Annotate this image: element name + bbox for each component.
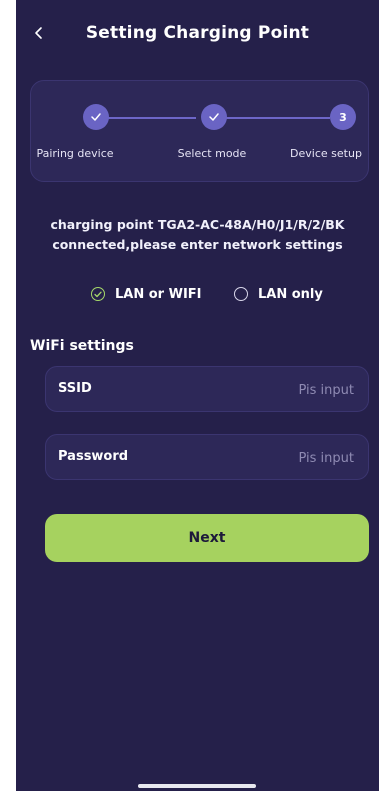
radio-lan-only-label: LAN only [258,286,323,302]
radio-checked-icon [91,287,105,301]
home-indicator [138,784,256,788]
step-1-label: Pairing device [36,147,114,160]
check-icon [209,113,219,121]
step-1-indicator [83,104,109,130]
next-button[interactable]: Next [45,514,369,562]
step-3-number: 3 [339,110,347,124]
step-connector-2 [214,117,330,119]
wifi-settings-title: WiFi settings [30,338,134,354]
header: Setting Charging Point [16,0,379,70]
check-icon [91,113,101,121]
step-2-indicator [201,104,227,130]
radio-lan-only[interactable]: LAN only [234,284,323,304]
password-input[interactable] [202,447,356,469]
progress-stepper: 3 Pairing device Select mode Device setu… [30,80,369,182]
radio-unchecked-icon [234,287,248,301]
page-title: Setting Charging Point [85,23,310,43]
step-2-label: Select mode [177,147,247,160]
ssid-input[interactable] [202,379,356,401]
message-line-1: charging point TGA2-AC-48A/H0/J1/R/2/BK [50,217,345,232]
ssid-field[interactable]: SSID [45,366,369,412]
connection-message: charging point TGA2-AC-48A/H0/J1/R/2/BK … [28,215,367,255]
app-screen: Setting Charging Point 3 Pairing device … [16,0,379,791]
step-connector-1 [96,117,196,119]
radio-lan-or-wifi-label: LAN or WIFI [115,286,202,302]
step-3-indicator: 3 [330,104,356,130]
radio-lan-or-wifi[interactable]: LAN or WIFI [91,284,202,304]
message-line-2: connected,please enter network settings [52,237,343,252]
step-3-label: Device setup [290,147,362,160]
password-label: Password [58,449,129,464]
password-field[interactable]: Password [45,434,369,480]
ssid-label: SSID [58,381,92,396]
